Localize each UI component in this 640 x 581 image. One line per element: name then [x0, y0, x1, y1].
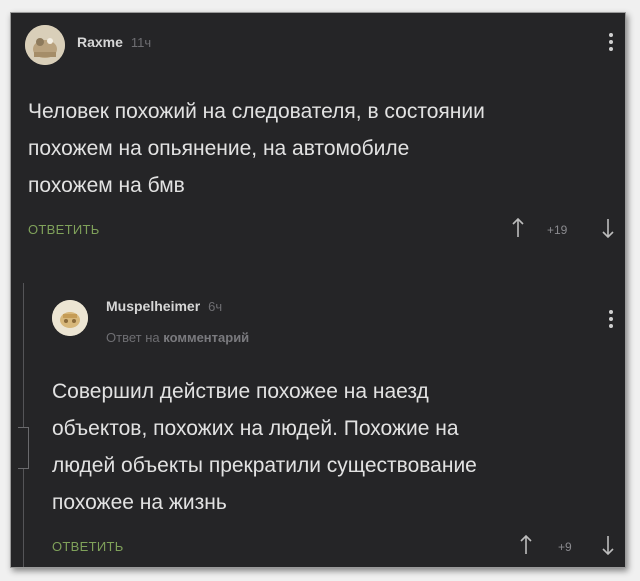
username-link[interactable]: Raxme: [77, 34, 123, 50]
downvote-icon[interactable]: [601, 534, 615, 558]
upvote-icon[interactable]: [511, 217, 525, 239]
comment-rating: +9: [558, 540, 572, 554]
comment-time: 6ч: [208, 299, 223, 314]
comment-header: Muspelheimer 6ч: [106, 298, 222, 314]
more-options-icon[interactable]: [609, 310, 613, 331]
reply-button[interactable]: ОТВЕТИТЬ: [28, 222, 100, 237]
reply-to-link[interactable]: комментарий: [163, 330, 249, 345]
comment-header: Raxme 11ч: [77, 34, 151, 50]
thread-line[interactable]: [23, 283, 24, 567]
avatar-icon: [25, 25, 65, 65]
comment-rating: +19: [547, 223, 568, 237]
reply-button[interactable]: ОТВЕТИТЬ: [52, 539, 124, 554]
collapse-thread-toggle[interactable]: [18, 427, 29, 469]
avatar-icon: [52, 300, 88, 336]
more-options-icon[interactable]: [609, 33, 613, 54]
comment-text: Человек похожий на следователя, в состоя…: [28, 100, 485, 197]
comment-time: 11ч: [130, 35, 152, 50]
user-avatar[interactable]: [25, 25, 65, 65]
user-avatar[interactable]: [52, 300, 88, 336]
upvote-icon[interactable]: [519, 534, 533, 556]
reply-to-line: Ответ на комментарий: [106, 330, 249, 345]
username-link[interactable]: Muspelheimer: [106, 298, 200, 314]
reply-to-prefix: Ответ на: [106, 330, 160, 345]
downvote-icon[interactable]: [601, 217, 615, 241]
comments-panel: Raxme 11ч Человек похожий на следователя,…: [10, 12, 626, 568]
comment-text: Совершил действие похожее на наезд объек…: [52, 380, 477, 514]
